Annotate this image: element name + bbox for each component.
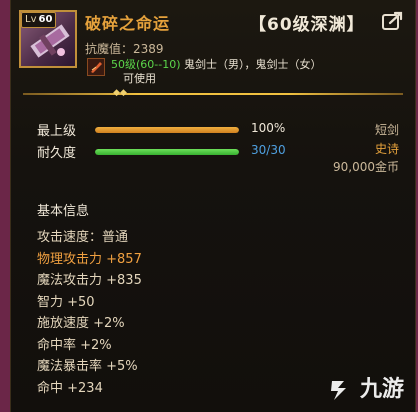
attribute-item: 命中率 +2% — [37, 337, 112, 353]
attribute-item: 魔法暴击率 +5% — [37, 359, 138, 374]
item-name: 破碎之命运 — [85, 14, 171, 33]
attribute-item: 智力 +50 — [37, 294, 95, 310]
tooltip-header: Lv 60 破碎之命运 【60级深渊】 抗魔值：2389 50级(60--10) … — [11, 0, 415, 98]
divider-ornament: ◆◆ — [113, 88, 127, 98]
item-tooltip: Lv 60 破碎之命运 【60级深渊】 抗魔值：2389 50级(60--10) … — [10, 0, 416, 412]
durability-label: 耐久度 — [37, 146, 77, 161]
weapon-type: 短剑 — [374, 123, 399, 137]
upgrade-bar-fill — [95, 127, 239, 133]
upgrade-label: 最上级 — [37, 124, 77, 139]
level-number: 60 — [38, 14, 53, 25]
item-tier: 【60级深渊】 — [249, 15, 365, 35]
upgrade-value: 100% — [251, 121, 286, 135]
slayer-class-icon — [87, 58, 105, 76]
rarity: 史诗 — [374, 142, 399, 156]
watermark-text: 九游 — [359, 377, 404, 402]
durability-bar-fill — [95, 149, 239, 155]
attribute-item: 命中 +234 — [37, 380, 103, 396]
durability-bar — [95, 149, 239, 155]
attribute-item: 攻击速度：普通 — [37, 230, 129, 245]
attribute-item: 魔法攻击力 +835 — [37, 273, 142, 288]
level-badge: Lv 60 — [21, 12, 57, 28]
watermark: 九游 — [326, 376, 404, 404]
usable-status: 可使用 — [123, 72, 156, 85]
level-label: Lv — [25, 14, 37, 25]
basic-info-title: 基本信息 — [37, 204, 90, 219]
header-divider — [23, 93, 403, 95]
class-names: 鬼剑士（男），鬼剑士（女） — [180, 58, 322, 71]
durability-value: 30/30 — [251, 143, 286, 157]
sell-price: 90,000金币 — [333, 160, 399, 174]
jiuyou-logo-icon — [331, 381, 347, 400]
resist-value: 抗魔值：2389 — [85, 42, 164, 56]
share-icon[interactable] — [381, 10, 405, 32]
upgrade-bar — [95, 127, 239, 133]
attribute-item: 施放速度 +2% — [37, 316, 125, 331]
attribute-item: 物理攻击力 +857 — [37, 251, 142, 267]
